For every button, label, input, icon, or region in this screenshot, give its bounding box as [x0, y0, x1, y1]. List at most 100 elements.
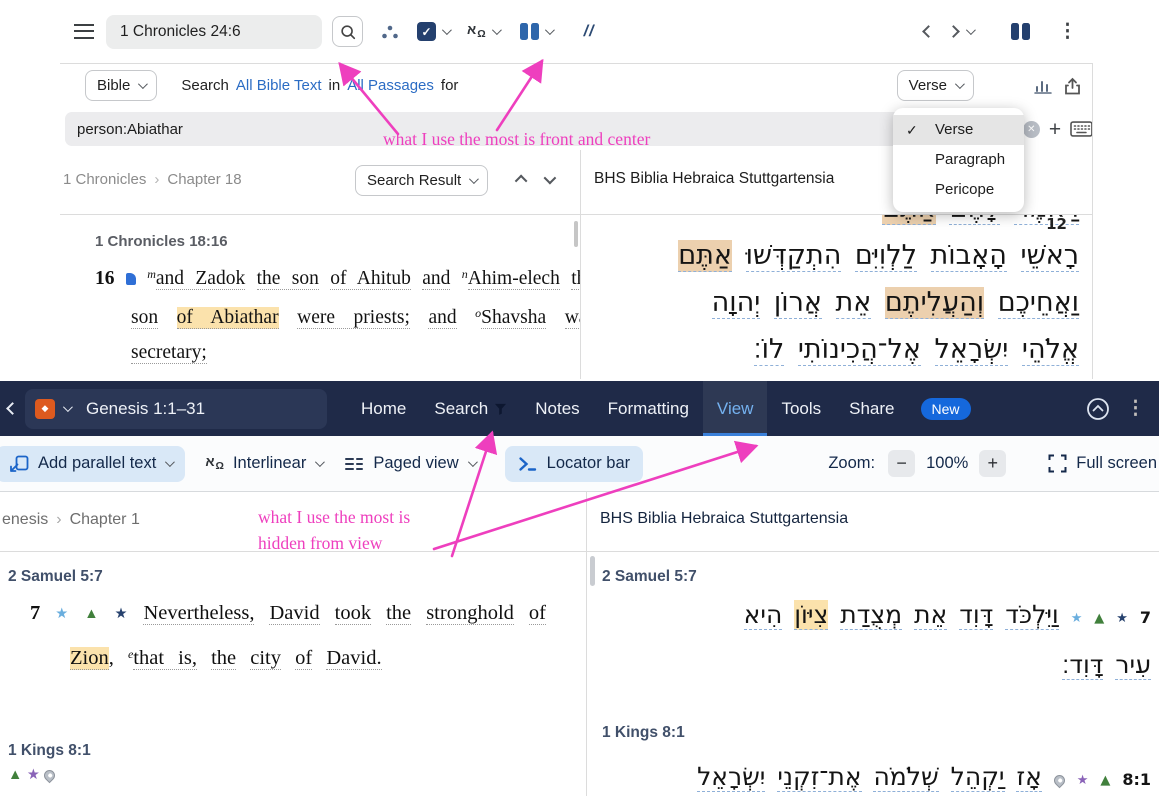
locator-bar-button[interactable]: Locator bar — [504, 445, 644, 482]
reference-box[interactable]: 1 Chronicles 24:6 — [106, 14, 322, 49]
add-parallel-icon — [10, 455, 29, 472]
resource-selector[interactable]: Genesis 1:1–31 — [25, 388, 327, 429]
back-chevron-icon[interactable] — [922, 25, 935, 38]
breadcrumb-book[interactable]: enesis — [2, 511, 48, 529]
interlinear-button[interactable]: Interlinear — [205, 454, 326, 473]
zoom-out-button[interactable]: − — [888, 450, 916, 477]
passage-heading: 1 Kings 8:1 — [602, 724, 685, 741]
scrollbar-thumb[interactable] — [590, 556, 595, 586]
triangle-green-icon[interactable]: ▲ — [1100, 773, 1110, 788]
tab-label: Formatting — [607, 398, 689, 418]
note-icon[interactable] — [125, 273, 136, 285]
word: הִיא — [743, 600, 783, 630]
paged-view-button[interactable]: Paged view — [344, 454, 478, 473]
zoom-in-button[interactable]: + — [979, 450, 1007, 477]
interlinear-icon — [205, 455, 224, 472]
tab-formatting[interactable]: Formatting — [594, 381, 703, 436]
add-icon[interactable] — [1049, 119, 1061, 140]
star-purple-icon[interactable]: ★ — [27, 767, 40, 783]
breadcrumb-chapter[interactable]: Chapter 18 — [167, 171, 241, 188]
new-pane-headers: enesis › Chapter 1 BHS Biblia Hebraica S… — [0, 492, 1159, 551]
search-button[interactable] — [332, 16, 363, 47]
all-bible-text-link[interactable]: All Bible Text — [236, 77, 322, 94]
menu-item-pericope[interactable]: Pericope — [893, 175, 1024, 205]
view-ribbon: Add parallel text Interlinear Paged view… — [0, 436, 1159, 492]
breadcrumb-book[interactable]: 1 Chronicles — [63, 171, 146, 188]
tab-share[interactable]: Share — [835, 381, 908, 436]
next-result-icon[interactable] — [543, 171, 557, 185]
columns-icon — [519, 23, 539, 40]
search-result-dropdown[interactable]: Search Result — [355, 165, 489, 196]
hebrew-line: וַאֲחֵיכֶם וְהַעֲלִיתֶם אֵת אֲרוֹן יְהוָ… — [602, 279, 1079, 326]
keyboard-icon[interactable] — [1070, 121, 1093, 137]
search-type-dropdown[interactable]: Bible — [85, 70, 158, 101]
forward-chevron-icon[interactable] — [947, 25, 960, 38]
hebrew-line: אֱלֹהֵי יִשְׂרָאֵל אֶל־הֲכִינוֹתִי לוֹ׃ — [602, 326, 1079, 373]
word: וַיִּלְכֹּד — [1005, 600, 1059, 630]
triangle-green-icon[interactable]: ▲ — [1094, 611, 1104, 626]
scrollbar-thumb[interactable] — [574, 221, 578, 247]
chevron-down-icon — [954, 79, 965, 90]
reference-text: 1 Chronicles 24:6 — [120, 22, 241, 40]
bhs-pane: וַיֹּאמֶר לָהֶם אַתֶּם רָאשֵׁי הָאָבוֹת … — [594, 215, 1093, 379]
hebrew-text-block: וַיֹּאמֶר לָהֶם אַתֶּם רָאשֵׁי הָאָבוֹת … — [602, 215, 1079, 373]
tab-tools[interactable]: Tools — [767, 381, 835, 436]
bhs-pane: 2 Samuel 5:7 7 ★ ▲ ★ וַיִּלְכֹּד דָּוִד … — [600, 552, 1159, 796]
history-chevron-icon[interactable] — [965, 25, 976, 36]
breadcrumb[interactable]: 1 Chronicles › Chapter 18 — [63, 171, 242, 188]
pane-divider — [586, 492, 587, 796]
result-grouping-dropdown[interactable]: Verse — [896, 70, 974, 101]
checkbox-filter-icon — [417, 22, 436, 41]
annotation-bottom-note: what I use the most is hidden from view — [258, 504, 410, 556]
hebrew-line: 8:1 ▲ ★ אָז יַקְהֵל שְׁלֹמֹה אֶת־זִקְנֵי… — [604, 754, 1151, 796]
interlinear-control[interactable] — [467, 23, 502, 40]
triangle-green-icon[interactable]: ▲ — [8, 767, 22, 783]
word: וְהַעֲלִיתֶם — [884, 287, 985, 319]
interlinear-label: Interlinear — [232, 454, 307, 472]
passage-heading: 2 Samuel 5:7 — [8, 568, 103, 585]
star-navy-icon[interactable]: ★ — [115, 606, 129, 622]
parallel-panes-control[interactable] — [519, 23, 555, 40]
collapse-circle-icon[interactable] — [1086, 397, 1110, 421]
tab-view[interactable]: View — [702, 381, 768, 436]
pin-icon[interactable] — [1051, 772, 1068, 789]
tab-search[interactable]: Search — [420, 381, 521, 436]
tab-home[interactable]: Home — [347, 381, 420, 436]
grouping-menu: Verse Paragraph Pericope — [893, 108, 1024, 212]
word: David. — [326, 646, 382, 670]
share-icon[interactable] — [1064, 77, 1081, 95]
hebrew-line: רָאשֵׁי הָאָבוֹת לַלְוִיִּם הִתְקַדְּשׁו… — [602, 232, 1079, 279]
previous-result-icon[interactable] — [514, 174, 528, 188]
word: לָהֶם — [949, 215, 1001, 225]
menu-hamburger-icon[interactable] — [74, 24, 94, 39]
resource-title[interactable]: BHS Biblia Hebraica Stuttgartensia — [600, 510, 848, 528]
menu-item-paragraph[interactable]: Paragraph — [893, 145, 1024, 175]
old-main-toolbar: 1 Chronicles 24:6 // — [60, 0, 1093, 63]
pin-icon[interactable] — [41, 767, 58, 784]
visual-filters-control[interactable] — [417, 22, 452, 41]
menu-item-verse[interactable]: Verse — [893, 115, 1024, 145]
star-lightblue-icon[interactable]: ★ — [1071, 611, 1083, 626]
add-parallel-text-button[interactable]: Add parallel text — [0, 445, 186, 482]
back-chevron-icon[interactable] — [6, 402, 19, 415]
paged-view-label: Paged view — [373, 454, 459, 472]
bible-pane: 2 Samuel 5:7 7 ★ ▲ ★ Nevertheless, David… — [0, 552, 586, 796]
chart-icon[interactable] — [1034, 78, 1052, 94]
library-dots-icon[interactable] — [379, 22, 401, 42]
word: of — [295, 646, 313, 670]
full-screen-button[interactable]: Full screen — [1048, 454, 1157, 473]
breadcrumb-chapter[interactable]: Chapter 1 — [70, 511, 140, 529]
more-menu-icon[interactable] — [1126, 397, 1145, 420]
triangle-green-icon[interactable]: ▲ — [84, 606, 99, 622]
more-menu-icon[interactable] — [1058, 20, 1077, 43]
clear-icon[interactable] — [1022, 120, 1040, 138]
tab-notes[interactable]: Notes — [521, 381, 593, 436]
star-lightblue-icon[interactable]: ★ — [55, 606, 69, 622]
star-purple-icon[interactable]: ★ — [1077, 773, 1089, 788]
breadcrumb[interactable]: enesis › Chapter 1 — [2, 511, 140, 529]
parallel-resources-icon[interactable]: // — [584, 23, 595, 41]
star-navy-icon[interactable]: ★ — [1116, 611, 1128, 626]
resource-title[interactable]: BHS Biblia Hebraica Stuttgartensia — [594, 170, 834, 188]
panes-layout-icon[interactable] — [1011, 23, 1030, 40]
all-passages-link[interactable]: All Passages — [347, 77, 434, 94]
